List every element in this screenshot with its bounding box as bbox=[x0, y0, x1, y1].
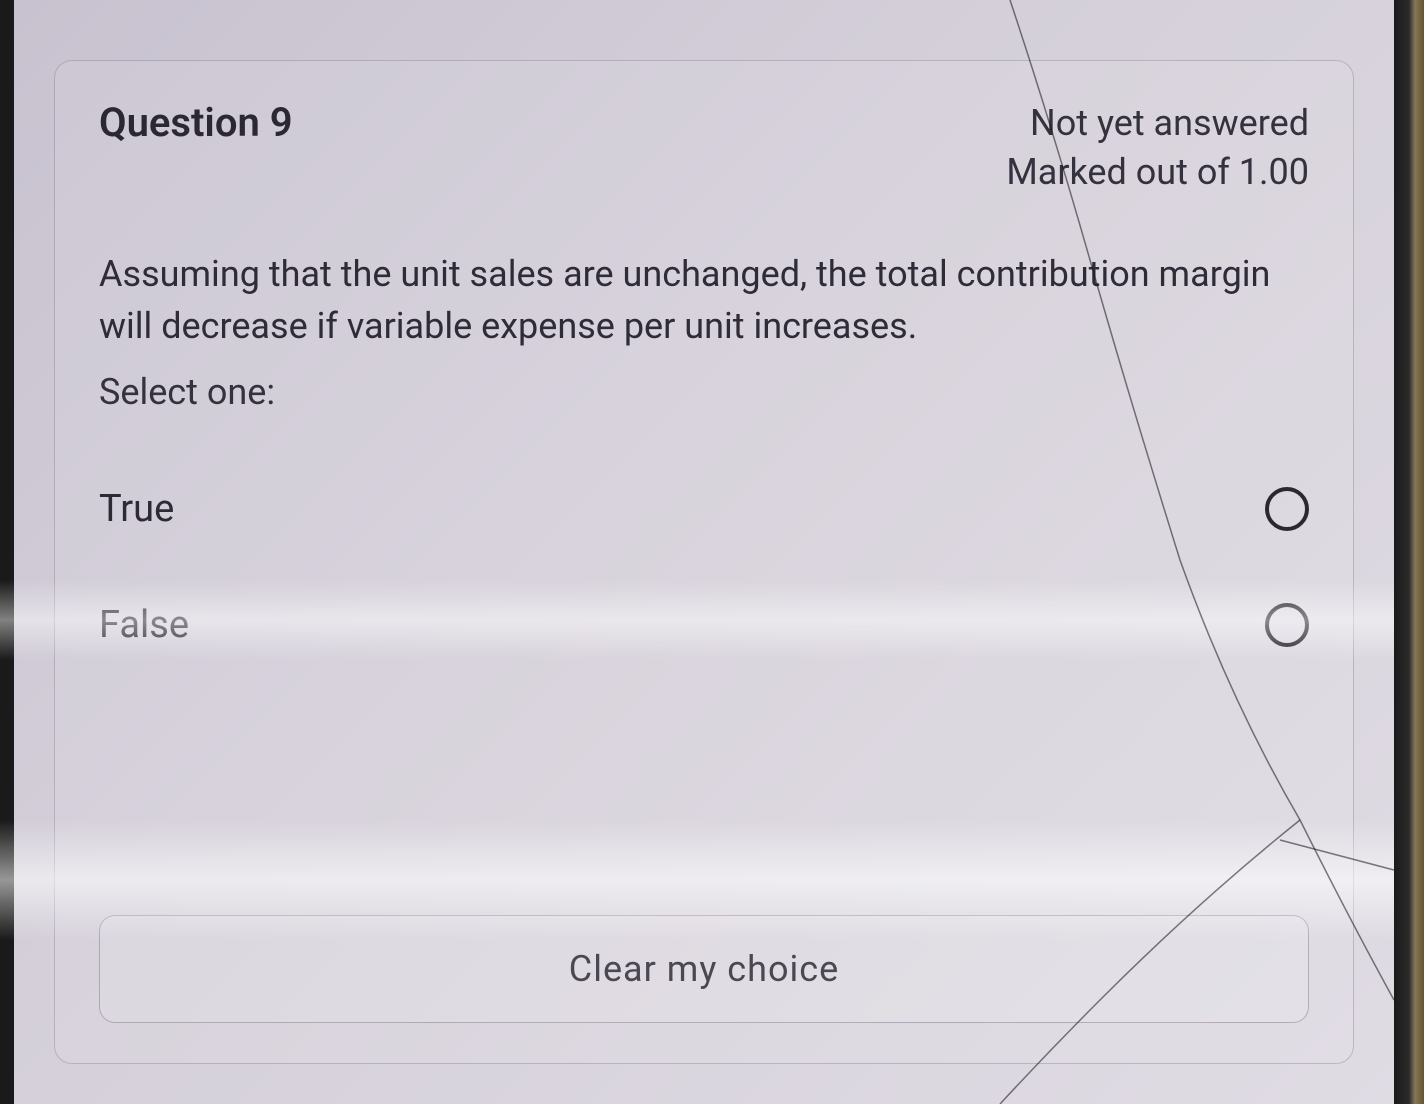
radio-false[interactable] bbox=[1265, 603, 1309, 647]
option-true[interactable]: True bbox=[99, 451, 1309, 567]
options-list: True False bbox=[55, 431, 1353, 895]
question-number: Question 9 bbox=[99, 99, 293, 146]
question-header: Question 9 Not yet answered Marked out o… bbox=[55, 61, 1353, 224]
question-status: Not yet answered bbox=[1006, 99, 1309, 148]
question-card: Question 9 Not yet answered Marked out o… bbox=[54, 60, 1354, 1064]
option-label: True bbox=[99, 487, 174, 531]
clear-section: Clear my choice bbox=[55, 895, 1353, 1063]
option-false[interactable]: False bbox=[99, 567, 1309, 683]
question-marks: Marked out of 1.00 bbox=[1006, 148, 1309, 197]
select-prompt: Select one: bbox=[99, 371, 1309, 413]
device-bezel-right bbox=[1394, 0, 1424, 1104]
question-text: Assuming that the unit sales are unchang… bbox=[99, 248, 1309, 352]
question-body: Assuming that the unit sales are unchang… bbox=[55, 224, 1353, 430]
device-bezel-left bbox=[0, 0, 14, 1104]
option-label: False bbox=[99, 603, 189, 647]
quiz-content: Question 9 Not yet answered Marked out o… bbox=[14, 0, 1394, 1104]
radio-true[interactable] bbox=[1265, 487, 1309, 531]
question-status-block: Not yet answered Marked out of 1.00 bbox=[1006, 99, 1309, 196]
clear-choice-button[interactable]: Clear my choice bbox=[99, 915, 1309, 1023]
